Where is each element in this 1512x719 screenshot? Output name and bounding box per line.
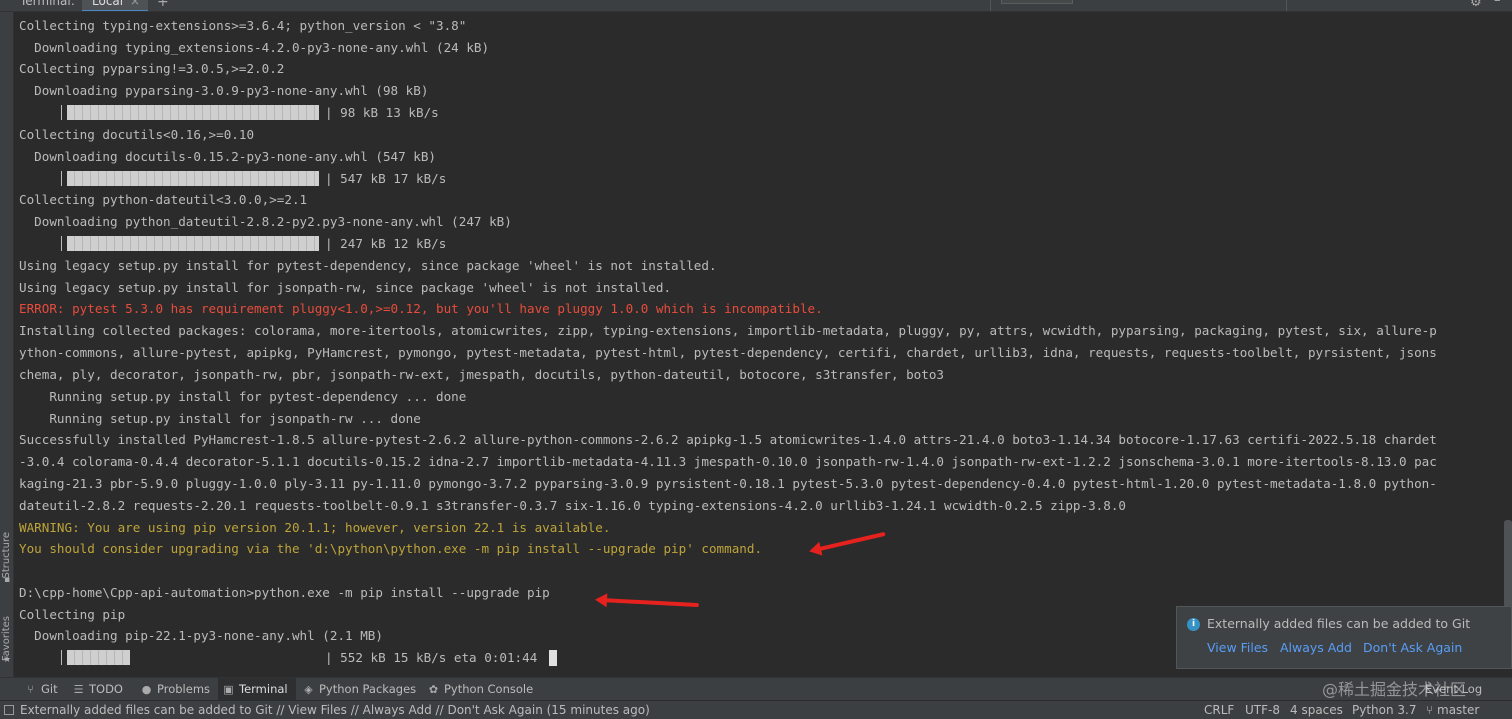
interpreter-widget[interactable]: Python 3.7 [1352, 701, 1417, 719]
terminal-line: Using legacy setup.py install for pytest… [19, 258, 717, 273]
terminal-label: Terminal: [20, 0, 75, 8]
list-icon: ☰ [73, 683, 84, 696]
toggle-tool-windows-icon[interactable] [4, 705, 14, 715]
progress-text: | 552 kB 15 kB/s eta 0:01:44 [325, 650, 538, 665]
problems-tool-button[interactable]: ● Problems [140, 678, 210, 701]
terminal-line: Collecting typing-extensions>=3.6.4; pyt… [19, 18, 467, 33]
terminal-line: Downloading typing_extensions-4.2.0-py3-… [19, 40, 490, 55]
python-icon: ✿ [428, 683, 439, 696]
indent-widget[interactable]: 4 spaces [1290, 701, 1343, 719]
notification-title: Externally added files can be added to G… [1207, 616, 1471, 631]
progress-bar [67, 650, 130, 665]
command-prompt-line: D:\cpp-home\Cpp-api-automation>python.ex… [19, 585, 550, 600]
terminal-line: Running setup.py install for pytest-depe… [19, 389, 467, 404]
add-tab-icon[interactable]: + [157, 0, 169, 10]
terminal-line: Running setup.py install for jsonpath-rw… [19, 411, 421, 426]
progress-text: | 247 kB 12 kB/s [325, 236, 447, 251]
annotation-arrow [600, 598, 699, 608]
gear-icon[interactable]: ⚙ [1470, 0, 1482, 10]
progress-text: | 98 kB 13 kB/s [325, 105, 439, 120]
terminal-line: Collecting pip [19, 607, 126, 622]
terminal-line: Downloading pyparsing-3.0.9-py3-none-any… [19, 83, 429, 98]
terminal-tool-button[interactable]: ▣ Terminal [218, 678, 296, 701]
terminal-icon: ▣ [223, 683, 234, 696]
annotation-arrow [814, 531, 886, 552]
problems-icon: ● [141, 683, 152, 696]
packages-icon: ◈ [304, 683, 313, 696]
search-popup [990, 0, 1287, 11]
terminal-line: Downloading python_dateutil-2.8.2-py2.py… [19, 214, 512, 229]
star-icon: ★ [2, 655, 12, 665]
progress-bar [67, 105, 319, 120]
terminal-line: ython-commons, allure-pytest, apipkg, Py… [19, 345, 1437, 360]
git-branch-icon: ⑂ [27, 683, 34, 696]
warning-line: You should consider upgrading via the 'd… [19, 541, 763, 556]
terminal-line: -3.0.4 colorama-0.4.4 decorator-5.1.1 do… [19, 454, 1437, 469]
error-line: ERROR: pytest 5.3.0 has requirement plug… [19, 301, 823, 316]
terminal-line: kaging-21.3 pbr-5.9.0 pluggy-1.0.0 ply-3… [19, 476, 1437, 491]
git-tool-button[interactable]: ⑂ Git [24, 678, 57, 701]
info-icon: i [1187, 618, 1200, 631]
close-icon[interactable]: × [130, 0, 140, 8]
branch-icon: ⑂ [1426, 703, 1438, 717]
terminal-line: Downloading pip-22.1-py3-none-any.whl (2… [19, 628, 383, 643]
status-bar: Externally added files can be added to G… [0, 700, 1512, 719]
encoding-widget[interactable]: UTF-8 [1245, 701, 1280, 719]
python-packages-tool-button[interactable]: ◈ Python Packages [302, 678, 416, 701]
terminal-line: dateutil-2.8.2 requests-2.20.1 requests-… [19, 498, 1126, 513]
python-console-tool-button[interactable]: ✿ Python Console [427, 678, 533, 701]
line-separator-widget[interactable]: CRLF [1204, 701, 1234, 719]
search-input[interactable] [1001, 0, 1073, 4]
terminal-line: chema, ply, decorator, jsonpath-rw, pbr,… [19, 367, 945, 382]
git-notification-popup: i Externally added files can be added to… [1176, 606, 1512, 669]
todo-tool-button[interactable]: ☰ TODO [72, 678, 123, 701]
terminal-line: Successfully installed PyHamcrest-1.8.5 … [19, 432, 1437, 447]
tool-window-bar: ⑂ Git ☰ TODO ● Problems ▣ Terminal ◈ Python P… [0, 677, 1512, 701]
left-tool-strip: Structure ▪ Favorites ★ [0, 12, 14, 677]
tab-local-label: Local [92, 0, 124, 8]
progress-text: | 547 kB 17 kB/s [325, 171, 447, 186]
tab-local[interactable]: Local × [82, 0, 148, 11]
minimize-icon[interactable]: – [1494, 0, 1501, 8]
status-message[interactable]: Externally added files can be added to G… [20, 701, 650, 719]
view-files-link[interactable]: View Files [1207, 640, 1268, 655]
always-add-link[interactable]: Always Add [1280, 640, 1352, 655]
dont-ask-again-link[interactable]: Don't Ask Again [1363, 640, 1462, 655]
watermark: @稀土掘金技术社区 [1322, 680, 1467, 699]
terminal-line: Using legacy setup.py install for jsonpa… [19, 280, 672, 295]
warning-line: WARNING: You are using pip version 20.1.… [19, 520, 611, 535]
terminal-output[interactable]: Collecting typing-extensions>=3.6.4; pyt… [15, 12, 1512, 677]
progress-bar [67, 236, 319, 251]
terminal-line: Downloading docutils-0.15.2-py3-none-any… [19, 149, 437, 164]
terminal-tab-bar: Terminal: Local × + ⚙ – [0, 0, 1512, 12]
structure-tool-button[interactable]: Structure [0, 532, 14, 579]
terminal-line: Collecting docutils<0.16,>=0.10 [19, 127, 255, 142]
terminal-cursor [549, 650, 557, 666]
terminal-line: Installing collected packages: colorama,… [19, 323, 1437, 338]
progress-bar [67, 171, 319, 186]
terminal-line: Collecting pyparsing!=3.0.5,>=2.0.2 [19, 61, 285, 76]
structure-icon: ▪ [3, 575, 11, 585]
terminal-line: Collecting python-dateutil<3.0.0,>=2.1 [19, 192, 308, 207]
git-branch-widget[interactable]: ⑂ master [1426, 701, 1479, 719]
